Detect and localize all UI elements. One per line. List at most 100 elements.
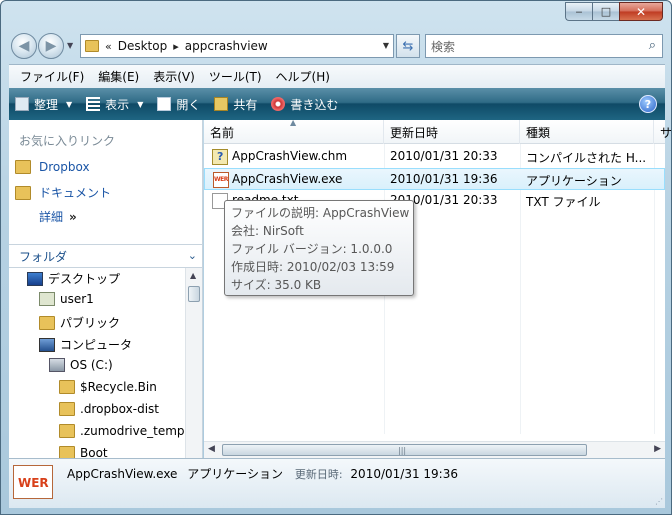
more-links-label: 詳細 [39,210,64,224]
open-button[interactable]: 開く [157,96,200,113]
file-modified: 2010/01/31 20:33 [390,149,498,163]
computer-icon [39,337,55,352]
scrollbar-thumb[interactable]: ||| [222,444,587,456]
folder-icon [39,315,55,330]
file-name: AppCrashView.exe [232,172,343,186]
file-row[interactable]: AppCrashView.chm 2010/01/31 20:33 コンパイルさ… [204,146,665,168]
tree-item-user1[interactable]: user1 [39,292,94,306]
burn-button[interactable]: 書き込む [271,96,338,113]
column-label: 種類 [526,125,551,140]
refresh-button[interactable]: ⇆ [396,34,420,58]
tooltip-description: ファイルの説明: AppCrashView [231,206,410,220]
tree-item-label: $Recycle.Bin [80,380,157,394]
tree-item-zumodrive-temp[interactable]: .zumodrive_temp [59,424,185,438]
double-chevron-icon: » [69,210,77,224]
forward-button[interactable]: ▶ [38,33,64,59]
burn-label: 書き込む [290,97,339,112]
help-button[interactable]: ? [639,95,657,113]
user-icon [39,292,55,306]
column-modified[interactable]: 更新日時 [384,120,520,144]
file-row-selected[interactable]: AppCrashView.exe 2010/01/31 19:36 アプリケーシ… [204,168,665,190]
dropbox-folder-icon [15,160,31,174]
column-type[interactable]: 種類 [520,120,654,144]
file-info-tooltip: ファイルの説明: AppCrashView 会社: NirSoft ファイル バ… [224,200,414,296]
search-placeholder: 検索 [431,39,456,54]
documents-folder-icon [15,185,31,200]
tooltip-size: サイズ: 35.0 KB [231,278,322,292]
maximize-button[interactable]: □ [592,2,619,21]
address-dropdown-icon[interactable]: ▼ [383,41,389,50]
views-button[interactable]: 表示 ▼ [86,96,143,113]
drive-icon [49,358,65,372]
breadcrumb-desktop[interactable]: Desktop [118,39,168,53]
menu-bar: ファイル(F) 編集(E) 表示(V) ツール(T) ヘルプ(H) [9,64,665,88]
favorite-link-documents[interactable]: ドキュメント [15,184,111,201]
views-icon [86,97,101,111]
details-modified-label: 更新日時: [294,468,343,481]
forward-arrow-icon: ▶ [45,38,57,54]
tree-item-recycle-bin[interactable]: $Recycle.Bin [59,380,157,394]
tree-item-label: パブリック [60,316,121,330]
column-label: 更新日時 [390,125,439,140]
scroll-left-icon[interactable]: ◀ [208,444,215,454]
tree-item-dropbox-dist[interactable]: .dropbox-dist [59,402,159,416]
tree-item-os-drive[interactable]: OS (C:) [49,358,113,372]
folder-icon [59,446,75,458]
tree-item-desktop[interactable]: デスクトップ [27,270,120,287]
search-input[interactable]: 検索 ⌕ [425,34,663,58]
column-size[interactable]: サ [654,120,671,144]
scroll-up-icon[interactable]: ▲ [190,271,196,280]
navigation-bar: ◀ ▶ ▼ « Desktop ▸ appcrashview ▼ ⇆ 検索 ⌕ [1,29,671,63]
column-headers: 名前 ▲ 更新日時 種類 サ [204,118,671,144]
open-label: 開く [176,97,201,112]
breadcrumb-appcrashview[interactable]: appcrashview [185,39,268,53]
tree-item-boot[interactable]: Boot [59,446,108,458]
menu-tools[interactable]: ツール(T) [202,68,269,85]
search-icon[interactable]: ⌕ [649,38,656,53]
share-button[interactable]: 共有 [214,96,257,113]
organize-button[interactable]: 整理 ▼ [15,96,72,113]
breadcrumb-overflow[interactable]: « [105,40,112,53]
details-pane: WER AppCrashView.exe アプリケーション 更新日時: 2010… [9,458,665,508]
folders-header[interactable]: フォルダ ⌄ [9,244,203,268]
refresh-icon: ⇆ [402,38,414,54]
tree-vertical-scrollbar[interactable]: ▲ [185,268,202,458]
scrollbar-thumb[interactable] [188,286,200,302]
recent-pages-dropdown-icon[interactable]: ▼ [67,41,73,50]
breadcrumb-separator-icon[interactable]: ▸ [173,40,179,53]
chevron-down-icon: ▼ [66,99,73,109]
more-links-button[interactable]: 詳細 » [39,208,77,225]
back-button[interactable]: ◀ [11,33,37,59]
menu-edit[interactable]: 編集(E) [91,68,146,85]
back-arrow-icon: ◀ [18,38,30,54]
menu-file[interactable]: ファイル(F) [13,68,91,85]
details-summary: AppCrashView.exe アプリケーション 更新日時: 2010/01/… [67,465,458,482]
minimize-button[interactable]: ‒ [565,2,592,21]
tree-item-label: OS (C:) [70,358,113,372]
burn-disc-icon [271,97,286,111]
details-file-name: AppCrashView.exe [67,467,178,481]
folders-heading: フォルダ [19,249,68,264]
menu-view[interactable]: 表示(V) [146,68,202,85]
tree-item-computer[interactable]: コンピュータ [39,336,132,353]
favorite-link-label: ドキュメント [39,186,112,200]
horizontal-scrollbar[interactable]: ◀ ||| ▶ [204,441,665,458]
organize-label: 整理 [34,97,59,112]
resize-grip-icon[interactable]: ⋰ [655,497,663,506]
explorer-window: ‒ □ ✕ ◀ ▶ ▼ « Desktop ▸ appcrashview ▼ ⇆… [0,0,672,515]
command-bar: 整理 ▼ 表示 ▼ 開く 共有 書き込む ? [9,88,665,120]
close-button[interactable]: ✕ [619,2,663,21]
tree-item-label: コンピュータ [60,338,133,352]
wer-app-icon [213,172,229,188]
column-name[interactable]: 名前 ▲ [204,118,384,144]
details-modified-value: 2010/01/31 19:36 [350,467,458,481]
scrollbar-grip-icon: ||| [398,446,407,455]
favorite-link-dropbox[interactable]: Dropbox [15,160,90,174]
address-bar[interactable]: « Desktop ▸ appcrashview ▼ [80,34,394,58]
scroll-right-icon[interactable]: ▶ [654,444,661,454]
tree-item-public[interactable]: パブリック [39,314,120,331]
favorite-link-label: Dropbox [39,160,90,174]
views-label: 表示 [105,97,130,112]
menu-help[interactable]: ヘルプ(H) [269,68,337,85]
chevron-down-icon: ⌄ [187,249,197,262]
